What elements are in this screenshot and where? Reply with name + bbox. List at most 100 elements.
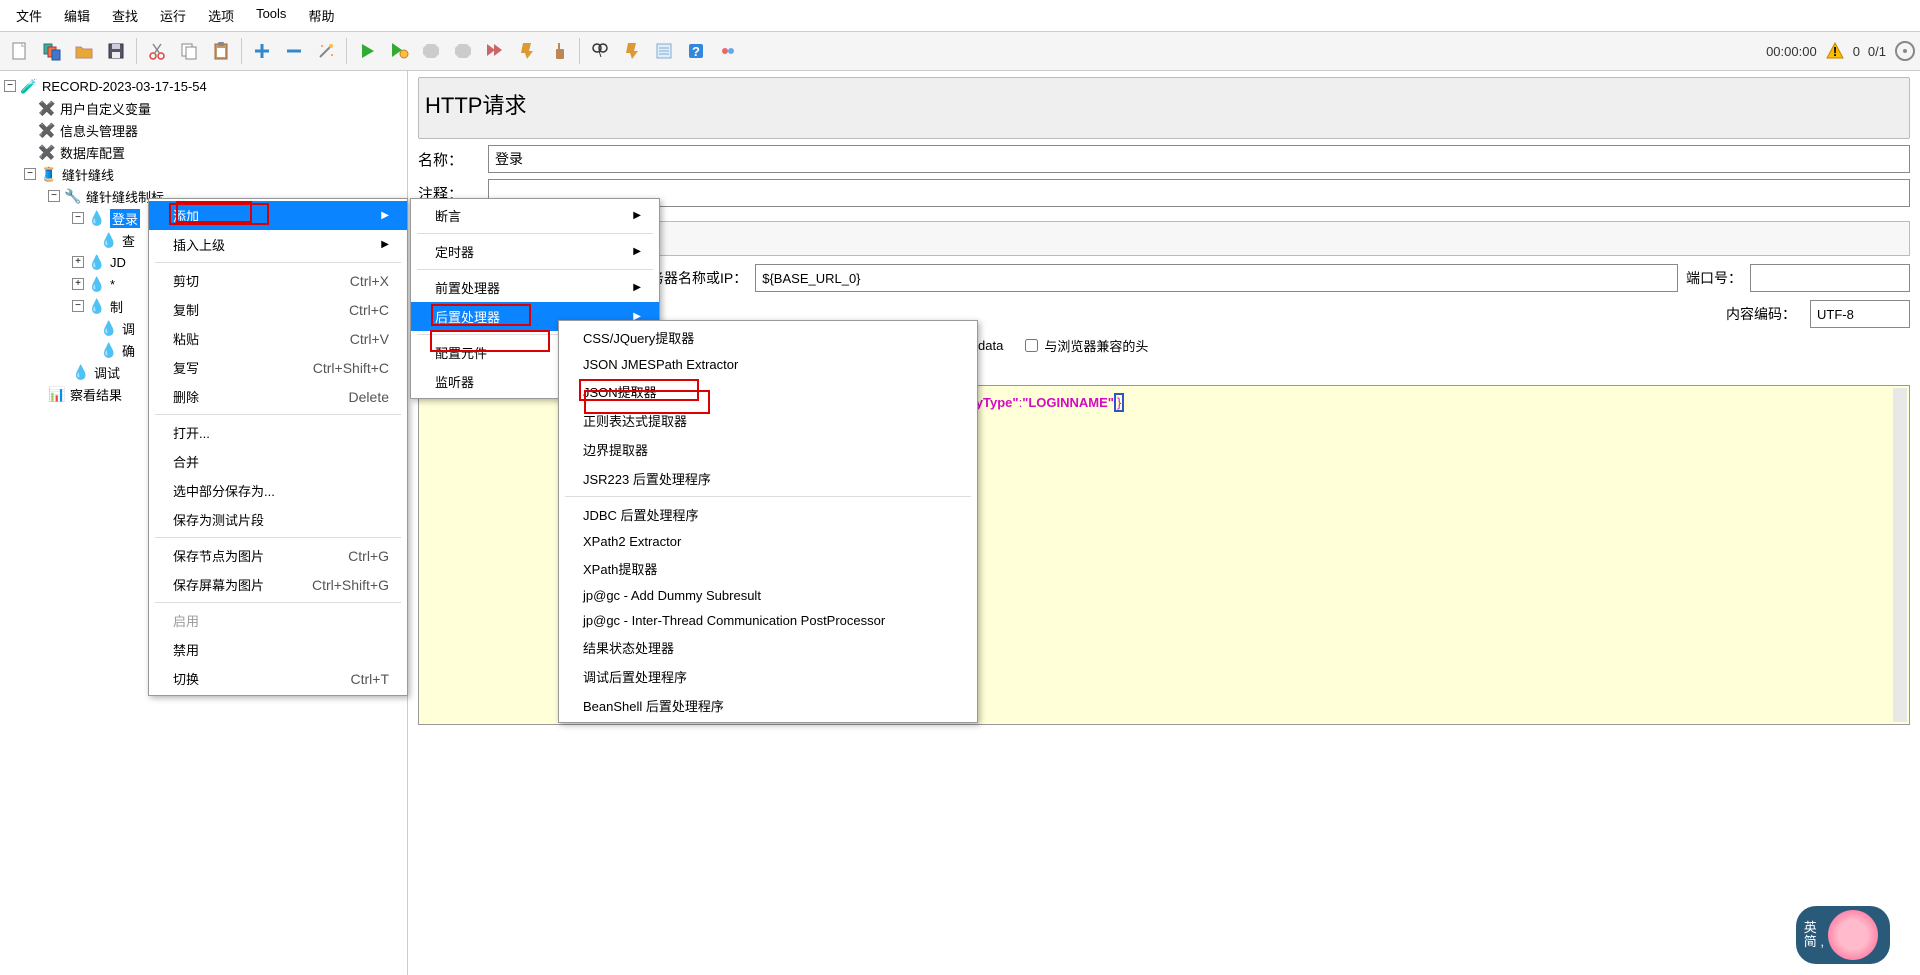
menu-item[interactable]: XPath提取器 [559,554,977,583]
tree-item[interactable]: 查 [122,231,135,250]
clear-all-icon[interactable] [544,36,574,66]
menu-item[interactable]: 剪切Ctrl+X [149,266,407,295]
menu-item[interactable]: 定时器▶ [411,237,659,266]
menu-item[interactable]: 选中部分保存为... [149,476,407,505]
menu-item[interactable]: 复制Ctrl+C [149,295,407,324]
menu-item[interactable]: jp@gc - Inter-Thread Communication PostP… [559,608,977,633]
cut-icon[interactable] [142,36,172,66]
sampler-icon: 💧 [88,209,106,227]
encoding-input[interactable] [1810,300,1910,328]
server-input[interactable] [755,264,1678,292]
tree-toggle[interactable]: − [4,80,16,92]
search-icon[interactable] [585,36,615,66]
tree-item[interactable]: 调试 [94,363,120,382]
tree-toggle[interactable]: − [72,212,84,224]
menu-search[interactable]: 查找 [102,4,148,27]
tree-item[interactable]: 制 [110,297,123,316]
menu-edit[interactable]: 编辑 [54,4,100,27]
start-icon[interactable] [352,36,382,66]
menu-item[interactable]: 合并 [149,447,407,476]
new-icon[interactable] [5,36,35,66]
menu-item[interactable]: 插入上级▶ [149,230,407,259]
reset-search-icon[interactable] [617,36,647,66]
browser-compat-checkbox[interactable] [1025,339,1038,352]
menu-item[interactable]: 保存屏幕为图片Ctrl+Shift+G [149,570,407,599]
menu-item[interactable]: BeanShell 后置处理程序 [559,691,977,720]
copy-icon[interactable] [174,36,204,66]
menu-item[interactable]: XPath2 Extractor [559,529,977,554]
tree-item[interactable]: * [110,277,115,292]
context-menu-postprocessor[interactable]: CSS/JQuery提取器JSON JMESPath ExtractorJSON… [558,320,978,723]
help-icon[interactable]: ? [681,36,711,66]
clear-icon[interactable] [512,36,542,66]
tree-item[interactable]: 用户自定义变量 [60,99,151,118]
wand-icon[interactable] [311,36,341,66]
menu-item[interactable]: 保存为测试片段 [149,505,407,534]
tree-toggle[interactable]: − [24,168,36,180]
menu-item[interactable]: 禁用 [149,635,407,664]
menu-item[interactable]: JSON JMESPath Extractor [559,352,977,377]
menu-item[interactable]: JSR223 后置处理程序 [559,464,977,493]
menu-item[interactable]: JDBC 后置处理程序 [559,500,977,529]
scrollbar[interactable] [1893,388,1907,722]
menu-item[interactable]: jp@gc - Add Dummy Subresult [559,583,977,608]
tree-item[interactable]: 信息头管理器 [60,121,138,140]
ime-text: 简 , [1804,935,1824,949]
templates-icon[interactable] [37,36,67,66]
menu-tools[interactable]: Tools [246,4,296,27]
function-helper-icon[interactable] [649,36,679,66]
comment-input[interactable] [488,179,1910,207]
menu-item[interactable]: 打开... [149,418,407,447]
menu-item[interactable]: 添加▶ [149,201,407,230]
tree-item-selected[interactable]: 登录 [110,209,140,228]
menu-help[interactable]: 帮助 [298,4,344,27]
remove-icon[interactable] [279,36,309,66]
menu-item[interactable]: 调试后置处理程序 [559,662,977,691]
menu-item[interactable]: 复写Ctrl+Shift+C [149,353,407,382]
tree-item[interactable]: 确 [122,341,135,360]
menu-options[interactable]: 选项 [198,4,244,27]
tree-toggle[interactable]: + [72,256,84,268]
tree-root[interactable]: RECORD-2023-03-17-15-54 [42,79,207,94]
menu-run[interactable]: 运行 [150,4,196,27]
gauge-icon[interactable] [1894,40,1916,62]
name-input[interactable] [488,145,1910,173]
menu-item[interactable]: 正则表达式提取器 [559,406,977,435]
listener-icon: 📊 [48,385,66,403]
menu-item[interactable]: JSON提取器 [559,377,977,406]
tree-toggle[interactable]: − [48,190,60,202]
menu-item[interactable]: 保存节点为图片Ctrl+G [149,541,407,570]
stop-icon[interactable] [416,36,446,66]
save-icon[interactable] [101,36,131,66]
tree-toggle[interactable]: − [72,300,84,312]
add-icon[interactable] [247,36,277,66]
plugin-icon[interactable] [713,36,743,66]
tree-item[interactable]: 缝针缝线 [62,165,114,184]
menu-item[interactable]: 切换Ctrl+T [149,664,407,693]
menu-item[interactable]: CSS/JQuery提取器 [559,323,977,352]
menu-item[interactable]: 前置处理器▶ [411,273,659,302]
remote-start-icon[interactable] [480,36,510,66]
port-input[interactable] [1750,264,1910,292]
tree-toggle[interactable]: + [72,278,84,290]
open-icon[interactable] [69,36,99,66]
menu-file[interactable]: 文件 [6,4,52,27]
menu-item[interactable]: 边界提取器 [559,435,977,464]
menu-item[interactable]: 粘贴Ctrl+V [149,324,407,353]
menu-item[interactable]: 结果状态处理器 [559,633,977,662]
context-menu-main[interactable]: 添加▶插入上级▶ 剪切Ctrl+X复制Ctrl+C粘贴Ctrl+V复写Ctrl+S… [148,198,408,696]
warning-icon[interactable]: ! [1825,41,1845,61]
tree-item[interactable]: 察看结果 [70,385,122,404]
toolbar-status: 00:00:00 ! 0 0/1 [1766,40,1916,62]
paste-icon[interactable] [206,36,236,66]
config-icon: ✖️ [38,143,56,161]
tree-item[interactable]: 调 [122,319,135,338]
tree-item[interactable]: JD [110,255,126,270]
menu-item[interactable]: 删除Delete [149,382,407,411]
ime-indicator[interactable]: 英 简 , [1796,906,1890,964]
menu-item[interactable]: 启用 [149,606,407,635]
menu-item[interactable]: 断言▶ [411,201,659,230]
shutdown-icon[interactable] [448,36,478,66]
tree-item[interactable]: 数据库配置 [60,143,125,162]
start-no-timer-icon[interactable] [384,36,414,66]
